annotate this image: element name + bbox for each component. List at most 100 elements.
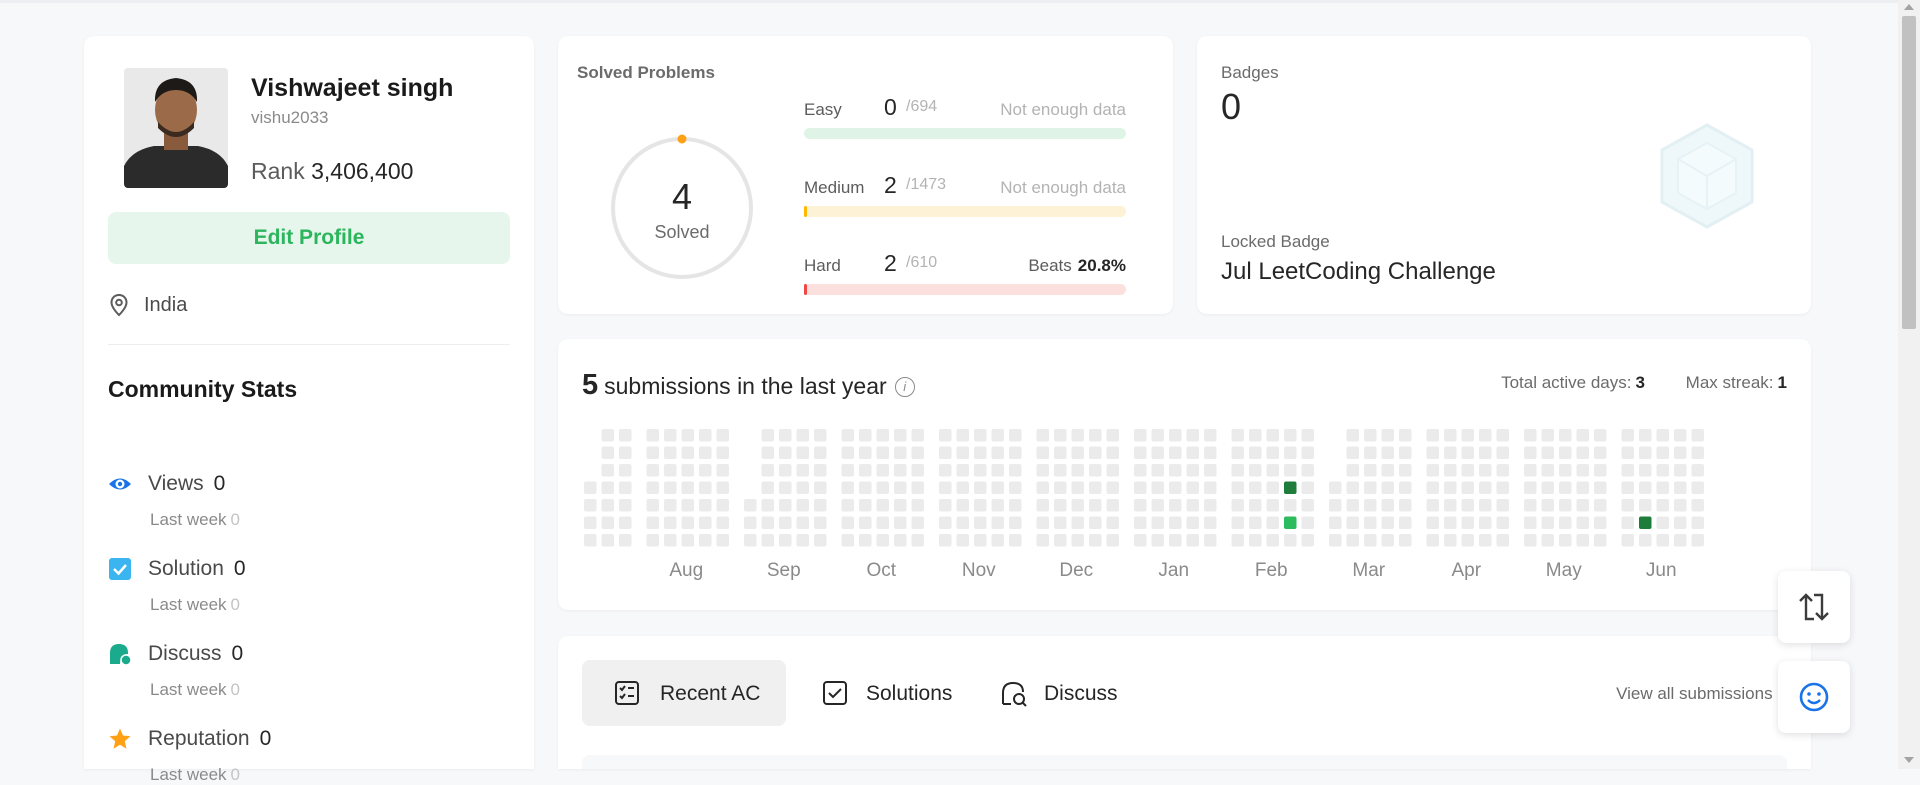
heatmap-cell[interactable]	[1204, 499, 1217, 512]
heatmap-cell[interactable]	[1444, 446, 1457, 460]
heatmap-cell[interactable]	[894, 446, 907, 460]
heatmap-cell[interactable]	[584, 481, 597, 495]
heatmap-cell[interactable]	[956, 516, 970, 530]
heatmap-cell[interactable]	[681, 516, 695, 530]
heatmap-cell[interactable]	[841, 516, 855, 530]
heatmap-cell[interactable]	[664, 429, 677, 442]
heatmap-cell[interactable]	[1594, 481, 1607, 495]
heatmap-cell[interactable]	[939, 499, 952, 512]
heatmap-cell[interactable]	[1249, 481, 1262, 495]
heatmap-cell[interactable]	[601, 429, 615, 442]
heatmap-cell[interactable]	[876, 499, 890, 512]
heatmap-cell[interactable]	[1186, 481, 1200, 495]
heatmap-cell[interactable]	[1231, 534, 1245, 547]
heatmap-cell[interactable]	[1594, 446, 1607, 460]
heatmap-cell[interactable]	[1426, 481, 1440, 495]
heatmap-cell[interactable]	[1399, 481, 1412, 495]
heatmap-cell[interactable]	[601, 499, 615, 512]
heatmap-cell[interactable]	[1106, 516, 1120, 530]
heatmap-cell[interactable]	[1674, 429, 1687, 442]
heatmap-cell[interactable]	[841, 446, 855, 460]
heatmap-cell[interactable]	[814, 429, 827, 442]
heatmap-cell[interactable]	[796, 534, 810, 547]
heatmap-cell[interactable]	[1639, 446, 1652, 460]
heatmap-cell[interactable]	[1496, 481, 1510, 495]
heatmap-cell[interactable]	[1656, 464, 1670, 477]
heatmap-cell[interactable]	[1054, 446, 1067, 460]
heatmap-cell[interactable]	[619, 534, 632, 547]
heatmap-cell[interactable]	[939, 516, 952, 530]
edit-profile-button[interactable]: Edit Profile	[108, 212, 510, 264]
page-scrollbar[interactable]	[1898, 0, 1920, 769]
heatmap-cell[interactable]	[1071, 429, 1085, 442]
heatmap-cell[interactable]	[991, 499, 1005, 512]
heatmap-cell[interactable]	[1674, 534, 1687, 547]
heatmap-cell[interactable]	[779, 446, 792, 460]
heatmap-cell[interactable]	[1071, 516, 1085, 530]
heatmap-cell[interactable]	[1151, 481, 1165, 495]
heatmap-cell[interactable]	[681, 499, 695, 512]
heatmap-cell[interactable]	[991, 446, 1005, 460]
heatmap-cell[interactable]	[1594, 464, 1607, 477]
heatmap-cell[interactable]	[1364, 516, 1377, 530]
heatmap-cell[interactable]	[859, 516, 872, 530]
heatmap-cell[interactable]	[681, 429, 695, 442]
heatmap-cell[interactable]	[1036, 446, 1050, 460]
heatmap-cell[interactable]	[1186, 534, 1200, 547]
heatmap-cell[interactable]	[939, 534, 952, 547]
heatmap-cell[interactable]	[699, 499, 712, 512]
heatmap-cell[interactable]	[1479, 481, 1492, 495]
heatmap-cell[interactable]	[876, 534, 890, 547]
heatmap-cell[interactable]	[779, 534, 792, 547]
heatmap-cell[interactable]	[1266, 446, 1280, 460]
heatmap-cell[interactable]	[1364, 429, 1377, 442]
heatmap-cell[interactable]	[664, 481, 677, 495]
heatmap-cell[interactable]	[1169, 534, 1182, 547]
heatmap-cell[interactable]	[584, 499, 597, 512]
heatmap-cell[interactable]	[1301, 446, 1315, 460]
heatmap-cell[interactable]	[1496, 429, 1510, 442]
heatmap-cell[interactable]	[1071, 464, 1085, 477]
heatmap-cell[interactable]	[761, 534, 775, 547]
heatmap-cell[interactable]	[1071, 481, 1085, 495]
heatmap-cell[interactable]	[1656, 446, 1670, 460]
heatmap-cell[interactable]	[956, 446, 970, 460]
heatmap-cell[interactable]	[1346, 499, 1360, 512]
heatmap-cell[interactable]	[1231, 516, 1245, 530]
heatmap-cell[interactable]	[1691, 499, 1705, 512]
heatmap-cell[interactable]	[1009, 429, 1022, 442]
heatmap-cell[interactable]	[1134, 446, 1147, 460]
heatmap-cell[interactable]	[1071, 499, 1085, 512]
heatmap-cell[interactable]	[1691, 481, 1705, 495]
heatmap-cell[interactable]	[1479, 516, 1492, 530]
heatmap-cell[interactable]	[991, 464, 1005, 477]
heatmap-cell[interactable]	[1169, 499, 1182, 512]
heatmap-cell[interactable]	[619, 446, 632, 460]
heatmap-cell[interactable]	[716, 481, 730, 495]
heatmap-cell[interactable]	[1301, 499, 1315, 512]
heatmap-cell[interactable]	[1524, 481, 1537, 495]
heatmap-cell[interactable]	[1134, 516, 1147, 530]
heatmap-cell[interactable]	[1089, 429, 1102, 442]
heatmap-cell[interactable]	[1426, 499, 1440, 512]
heatmap-cell[interactable]	[584, 516, 597, 530]
heatmap-cell[interactable]	[1381, 534, 1395, 547]
heatmap-cell[interactable]	[1329, 516, 1342, 530]
heatmap-cell[interactable]	[1541, 516, 1555, 530]
heatmap-cell[interactable]	[1266, 499, 1280, 512]
heatmap-cell[interactable]	[1364, 464, 1377, 477]
heatmap-cell[interactable]	[619, 429, 632, 442]
heatmap-cell[interactable]	[646, 429, 660, 442]
heatmap-cell[interactable]	[1381, 516, 1395, 530]
scroll-down-arrow-icon[interactable]	[1904, 757, 1914, 763]
heatmap-cell[interactable]	[1461, 516, 1475, 530]
heatmap-cell[interactable]	[1186, 429, 1200, 442]
heatmap-cell[interactable]	[1399, 446, 1412, 460]
heatmap-cell[interactable]	[744, 499, 757, 512]
heatmap-cell[interactable]	[1204, 481, 1217, 495]
heatmap-cell[interactable]	[1674, 446, 1687, 460]
heatmap-cell[interactable]	[974, 481, 987, 495]
scroll-thumb[interactable]	[1902, 16, 1916, 329]
heatmap-cell[interactable]	[1621, 499, 1635, 512]
heatmap-cell[interactable]	[956, 534, 970, 547]
